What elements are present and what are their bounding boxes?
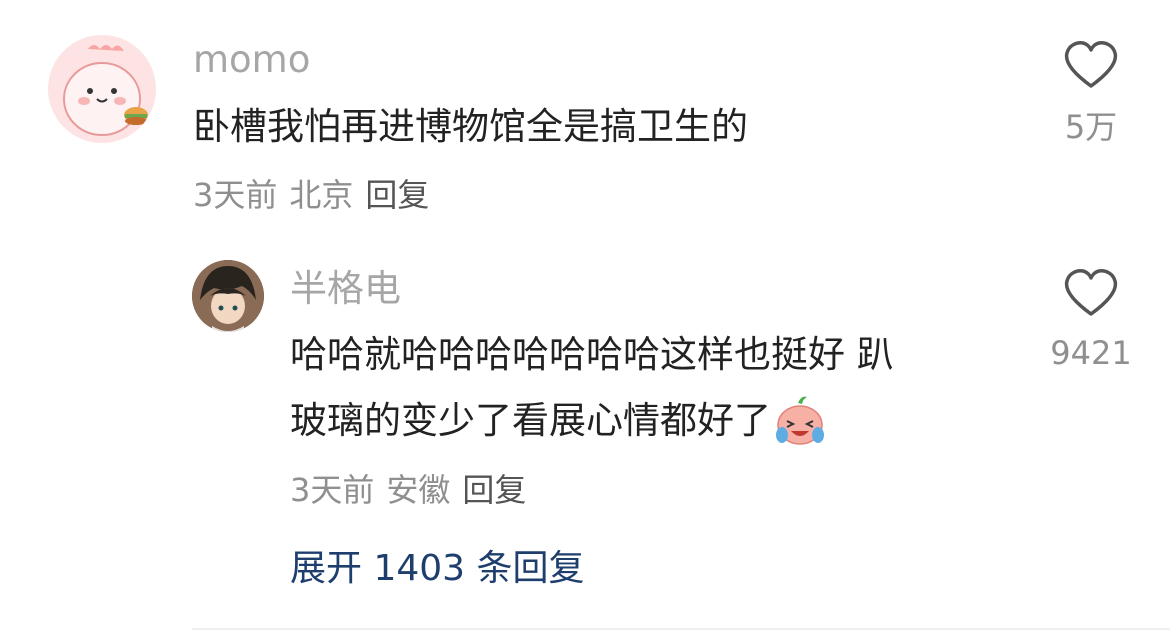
anime-character-avatar-icon — [192, 260, 264, 332]
reply-like-count: 9421 — [1050, 334, 1132, 372]
comment-time: 3天前 — [193, 176, 278, 214]
comment-username[interactable]: momo — [193, 38, 310, 82]
pink-dinosaur-avatar-icon — [48, 35, 156, 143]
like-count: 5万 — [1064, 108, 1118, 146]
like-button[interactable] — [1063, 40, 1119, 90]
expand-replies-button[interactable]: 展开 1403 条回复 — [290, 547, 585, 591]
divider — [192, 628, 1170, 630]
reply-meta: 3天前 安徽 回复 — [290, 470, 538, 510]
heart-icon — [1064, 269, 1118, 316]
comment-meta: 3天前 北京 回复 — [193, 175, 441, 215]
avatar[interactable] — [48, 35, 156, 143]
comment-location: 北京 — [289, 176, 354, 214]
reply-reply-button[interactable]: 回复 — [462, 471, 526, 509]
crying-laughing-face-emoji — [776, 396, 824, 445]
reply-location: 安徽 — [386, 471, 451, 509]
reply-text-line-2-row: 玻璃的变少了看展心情都好了 — [290, 388, 827, 454]
reply-like-button[interactable] — [1063, 268, 1119, 318]
reply-text-line-1: 哈哈就哈哈哈哈哈哈哈这样也挺好 趴 — [290, 333, 894, 376]
reply-text-line-2: 玻璃的变少了看展心情都好了 — [290, 399, 771, 442]
reply-avatar[interactable] — [192, 260, 264, 332]
reply-button[interactable]: 回复 — [365, 176, 429, 214]
reply-time: 3天前 — [290, 471, 375, 509]
comment-text: 卧槽我怕再进博物馆全是搞卫生的 — [193, 105, 748, 148]
heart-icon — [1064, 41, 1118, 88]
reply-username[interactable]: 半格电 — [290, 267, 401, 311]
